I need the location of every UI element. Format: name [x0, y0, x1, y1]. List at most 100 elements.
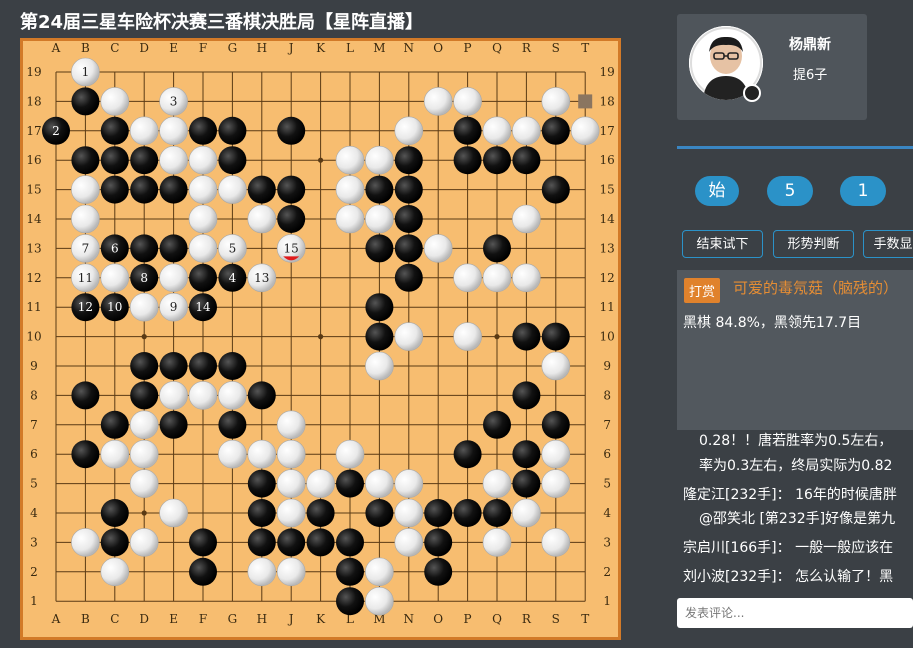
- move-number: 1: [82, 65, 90, 79]
- black-stone: [365, 499, 394, 527]
- white-stone: [541, 351, 571, 381]
- analysis-panel: 打赏 可爱的毒氖菇（脑残的） 黑棋 84.8%，黑领先17.7目: [677, 270, 913, 430]
- white-stone: [129, 116, 159, 146]
- black-stone: [247, 469, 276, 498]
- back-1-button[interactable]: 1: [840, 176, 886, 206]
- column-label: C: [110, 612, 119, 626]
- row-label: 2: [30, 565, 38, 579]
- back-5-button[interactable]: 5: [767, 176, 813, 206]
- white-stone: [541, 439, 571, 469]
- row-label: 15: [26, 183, 41, 197]
- black-stone: [394, 263, 423, 292]
- column-label: F: [199, 41, 207, 55]
- comment-line: 刘小波[232手]： 怎么认输了！黑: [683, 569, 894, 585]
- go-start-button[interactable]: 始: [695, 176, 739, 206]
- comment-input[interactable]: 发表评论...: [677, 598, 913, 628]
- black-stone: [453, 116, 482, 145]
- white-stone: [276, 498, 306, 528]
- column-label: J: [287, 612, 294, 626]
- white-stone: [218, 439, 247, 469]
- star-point: [141, 334, 147, 340]
- star-point: [318, 334, 324, 340]
- row-label: 8: [603, 388, 611, 402]
- black-stone: [277, 175, 306, 204]
- black-stone: [130, 381, 159, 410]
- row-label: 8: [30, 388, 38, 402]
- row-label: 18: [26, 94, 41, 108]
- column-label: R: [522, 612, 532, 626]
- black-stone: [130, 352, 159, 380]
- column-label: H: [257, 612, 267, 626]
- black-stone: [247, 381, 276, 410]
- white-stone: [247, 204, 277, 234]
- move-count-button[interactable]: 手数显: [863, 230, 913, 258]
- black-stone: [512, 440, 541, 469]
- black-stone: [159, 234, 188, 263]
- row-label: 5: [30, 477, 38, 491]
- white-stone: [100, 263, 130, 293]
- column-label: L: [346, 41, 354, 55]
- white-stone: [100, 87, 130, 116]
- move-number: 14: [195, 300, 211, 314]
- white-stone: [159, 145, 188, 175]
- white-stone: [71, 528, 100, 557]
- black-stone: [541, 116, 570, 145]
- black-stone: [512, 322, 541, 351]
- white-stone: [129, 410, 159, 440]
- black-stone: [512, 381, 541, 410]
- white-stone: [129, 292, 159, 322]
- black-stone: [189, 116, 217, 145]
- black-stone: [130, 175, 159, 204]
- white-stone: [365, 145, 394, 175]
- row-label: 9: [30, 359, 38, 373]
- comment-line: 率为0.3左右，终局实际为0.82: [699, 458, 893, 474]
- black-stone: [541, 410, 570, 439]
- go-board[interactable]: AABBCCDDEEFFGGHHJJKKLLMMNNOOPPQQRRSSTT19…: [20, 38, 621, 640]
- row-label: 16: [26, 153, 41, 167]
- black-stone: [336, 528, 364, 557]
- row-label: 14: [26, 212, 42, 226]
- white-stone: [482, 263, 512, 293]
- column-label: K: [316, 41, 326, 55]
- column-label: Q: [492, 612, 502, 626]
- comment-list[interactable]: 0.28！！唐若胜率为0.5左右， 率为0.3左右，终局实际为0.82 隆定江[…: [677, 430, 913, 600]
- white-stone: [394, 116, 424, 146]
- player-captures: 提6子: [793, 68, 828, 83]
- judge-button[interactable]: 形势判断: [773, 230, 854, 258]
- row-label: 6: [30, 447, 38, 461]
- black-stone: [247, 528, 276, 557]
- column-label: M: [373, 41, 385, 55]
- move-number: 7: [82, 241, 90, 255]
- black-stone: [512, 146, 541, 175]
- black-stone: [306, 528, 335, 557]
- column-label: R: [522, 41, 532, 55]
- black-stone: [71, 440, 100, 469]
- white-stone: [512, 204, 541, 234]
- comment-line: @邵笑北 [第232手]好像是第九: [699, 511, 896, 527]
- white-stone: [159, 381, 188, 410]
- white-stone: [129, 528, 159, 557]
- reward-badge[interactable]: 打赏: [684, 278, 721, 303]
- reward-user: 可爱的毒氖菇（脑残的）: [733, 279, 899, 297]
- black-stone: [189, 528, 217, 557]
- black-stone: [394, 205, 423, 233]
- star-point: [494, 334, 500, 340]
- page-title: 第24届三星车险杯决赛三番棋决胜局【星阵直播】: [20, 12, 424, 33]
- move-number: 3: [170, 94, 178, 108]
- black-stone: [218, 116, 247, 145]
- white-stone: [365, 586, 394, 616]
- square-marker: [578, 94, 593, 109]
- column-label: A: [51, 41, 61, 55]
- column-label: S: [552, 612, 560, 626]
- black-stone: [336, 557, 364, 586]
- end-trial-button[interactable]: 结束试下: [682, 230, 763, 258]
- black-stone: [100, 175, 129, 204]
- black-stone: [365, 234, 394, 263]
- white-stone: [482, 528, 512, 557]
- black-stone: [453, 499, 482, 527]
- row-label: 12: [26, 271, 41, 285]
- column-label: C: [110, 41, 119, 55]
- white-stone: [335, 439, 365, 469]
- black-stone: [541, 322, 570, 351]
- win-rate-text: 黑棋 84.8%，黑领先17.7目: [683, 315, 862, 331]
